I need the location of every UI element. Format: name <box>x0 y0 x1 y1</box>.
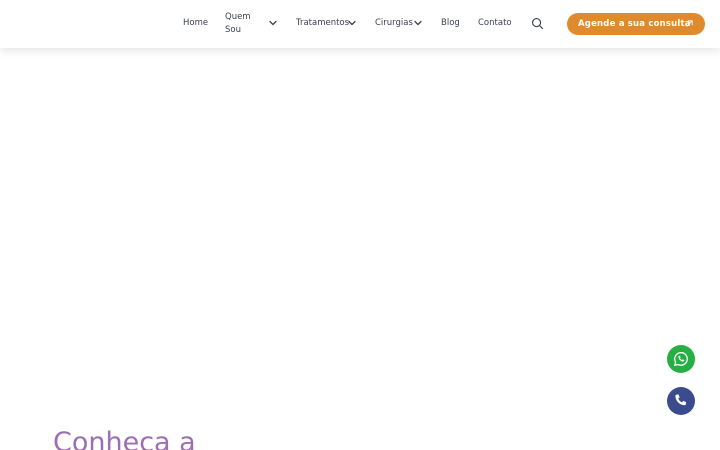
site-header: Home Quem Sou Tratamentos Cirurgias Blog… <box>0 0 720 48</box>
nav-quem-sou-label: Quem Sou <box>225 12 251 35</box>
chevron-down-icon <box>348 20 356 26</box>
search-icon[interactable] <box>531 17 544 30</box>
chevron-down-icon <box>269 20 277 26</box>
whatsapp-button[interactable] <box>667 345 695 373</box>
section-heading: Conheça a <box>53 427 196 450</box>
nav-home[interactable]: Home <box>183 17 208 29</box>
nav-tratamentos[interactable]: Tratamentos <box>296 17 358 29</box>
nav-home-label: Home <box>183 18 209 28</box>
nav-quem-sou[interactable]: Quem Sou <box>225 11 277 37</box>
nav-blog[interactable]: Blog <box>441 17 460 29</box>
nav-cirurgias-label: Cirurgias <box>375 18 413 28</box>
whatsapp-icon <box>674 351 688 367</box>
chevron-down-icon <box>414 20 422 26</box>
schedule-appointment-label: Agende a sua consulta <box>578 19 691 29</box>
nav-contato-label: Contato <box>478 18 512 28</box>
nav-cirurgias[interactable]: Cirurgias <box>375 17 423 29</box>
phone-icon <box>675 394 687 406</box>
nav-contato[interactable]: Contato <box>478 17 512 29</box>
nav-tratamentos-label: Tratamentos <box>296 18 350 28</box>
phone-button[interactable] <box>667 387 695 415</box>
schedule-appointment-button[interactable]: Agende a sua consulta <box>567 13 705 35</box>
nav-blog-label: Blog <box>441 18 460 28</box>
arrow-up-right-icon <box>686 20 693 27</box>
